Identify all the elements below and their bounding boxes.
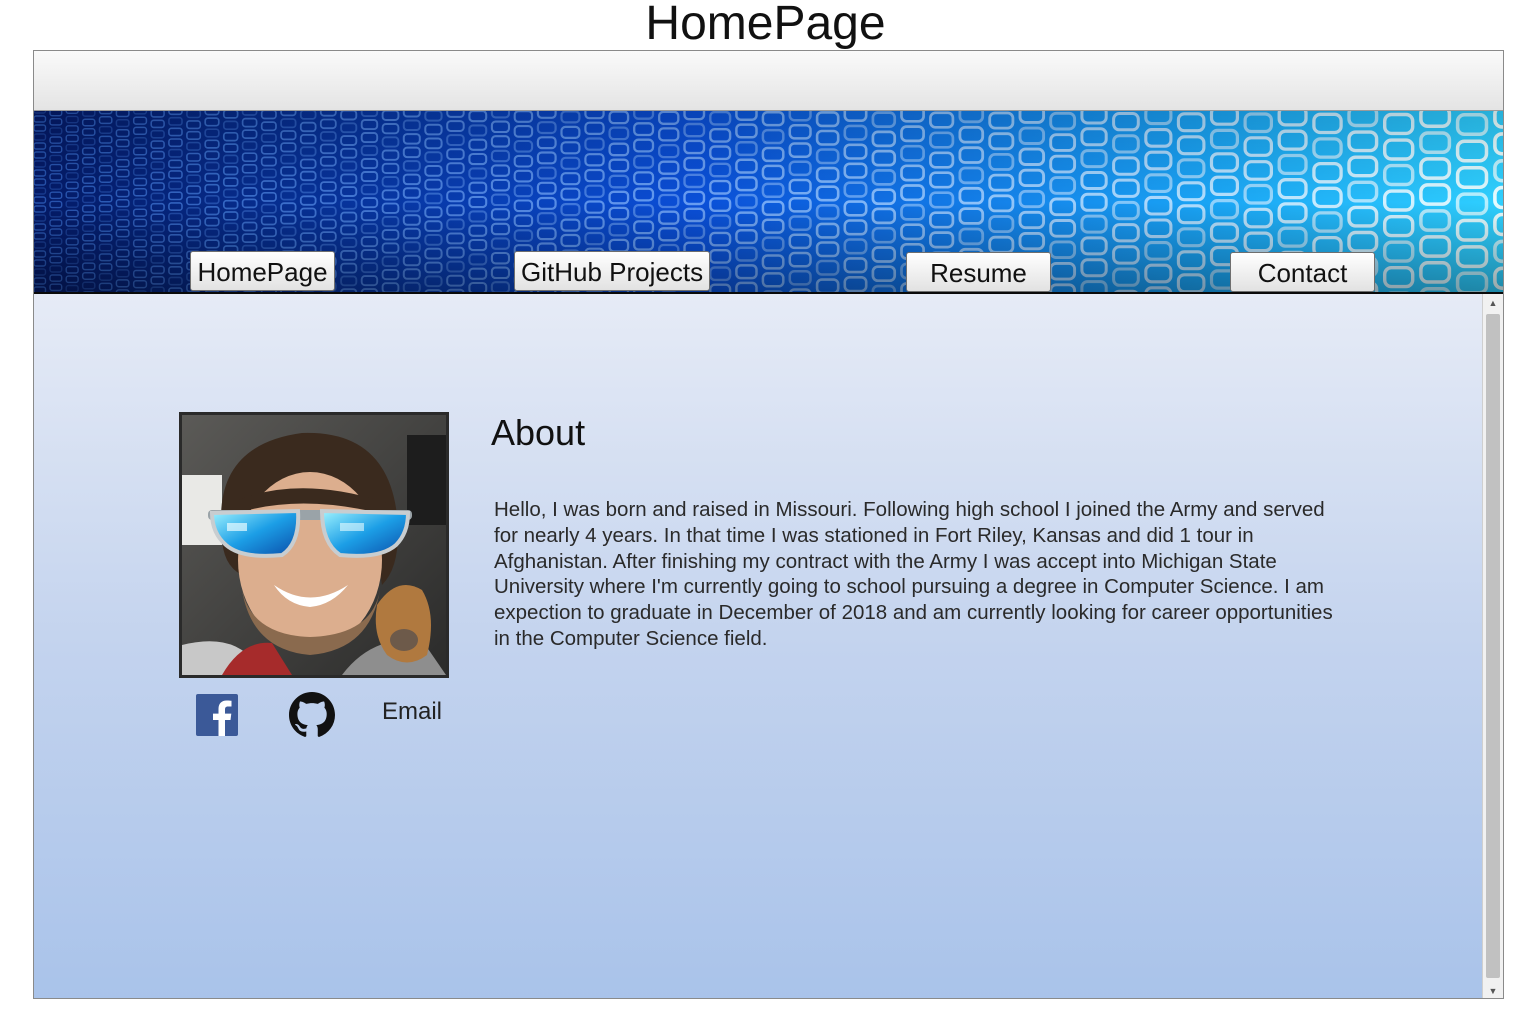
github-icon[interactable] — [289, 692, 335, 738]
scrollbar-thumb[interactable] — [1486, 314, 1500, 978]
header-banner: HomePage GitHub Projects Resume Contact — [34, 111, 1503, 294]
main-content: Email About Hello, I was born and raised… — [34, 294, 1484, 998]
page-title: HomePage — [645, 0, 886, 50]
nav-github-projects-button[interactable]: GitHub Projects — [514, 251, 710, 291]
email-link[interactable]: Email — [382, 698, 442, 726]
about-paragraph: Hello, I was born and raised in Missouri… — [494, 498, 1333, 650]
nav-homepage-button[interactable]: HomePage — [190, 251, 335, 291]
nav-resume-button[interactable]: Resume — [906, 252, 1051, 292]
scroll-up-arrow-icon[interactable]: ▲ — [1483, 294, 1503, 312]
vertical-scrollbar[interactable]: ▲ ▼ — [1482, 294, 1503, 998]
nav-contact-button[interactable]: Contact — [1230, 252, 1375, 292]
browser-toolbar — [34, 51, 1503, 111]
profile-photo — [179, 412, 449, 678]
browser-window: HomePage GitHub Projects Resume Contact — [33, 50, 1504, 999]
facebook-icon[interactable] — [196, 694, 238, 736]
about-heading: About — [491, 412, 586, 453]
profile-photo-image — [182, 415, 446, 675]
scroll-down-arrow-icon[interactable]: ▼ — [1483, 982, 1503, 998]
